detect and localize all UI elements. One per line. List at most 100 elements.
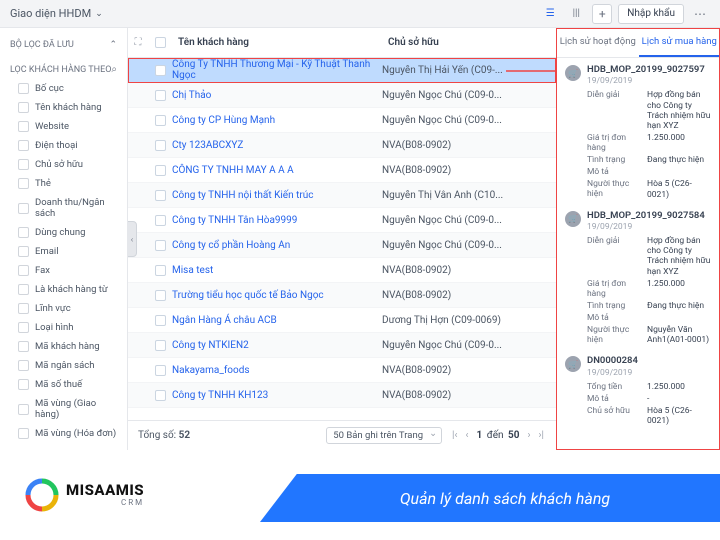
customer-name-link[interactable]: Công Ty TNHH Thương Mại - Kỹ Thuật Thanh… xyxy=(172,59,382,81)
prev-page-icon[interactable]: ‹ xyxy=(464,430,471,441)
logo-icon xyxy=(24,477,60,513)
customer-name-link[interactable]: Công ty TNHH Tân Hòa9999 xyxy=(172,215,382,226)
collapse-sidebar-handle[interactable]: ‹ xyxy=(128,221,137,257)
history-item[interactable]: 🛒HDB_MOP_20199_902758419/09/2019Diễn giả… xyxy=(565,210,712,346)
customer-name-link[interactable]: Nakayama_foods xyxy=(172,365,382,376)
filter-item[interactable]: Mã khách hàng xyxy=(0,337,127,356)
table-row[interactable]: Công ty TNHH KH123NVA(B08-0902) xyxy=(128,383,556,408)
more-button[interactable]: ⋯ xyxy=(690,4,710,24)
table-row[interactable]: Công ty CP Hùng MạnhNguyễn Ngọc Chú (C09… xyxy=(128,108,556,133)
kanban-view-icon[interactable]: ||| xyxy=(566,4,586,24)
field-label: Tình trạng xyxy=(587,301,643,311)
first-page-icon[interactable]: |‹ xyxy=(450,430,459,441)
field-label: Tổng tiền xyxy=(587,382,643,392)
row-checkbox[interactable] xyxy=(155,365,166,376)
filter-item[interactable]: Loại hình xyxy=(0,318,127,337)
filter-item[interactable]: Chủ sở hữu xyxy=(0,155,127,174)
filter-item[interactable]: Bố cục xyxy=(0,79,127,98)
column-owner[interactable]: Chủ sở hữu xyxy=(382,37,556,48)
import-button[interactable]: Nhập khẩu xyxy=(618,4,684,24)
field-value: Nguyễn Văn Anh1(A01-0001) xyxy=(647,325,712,345)
field-label: Mô tả xyxy=(587,313,643,323)
row-checkbox[interactable] xyxy=(155,290,166,301)
history-item[interactable]: 🛒HDB_MOP_20199_902759719/09/2019Diễn giả… xyxy=(565,64,712,200)
filter-item[interactable]: Tên khách hàng xyxy=(0,98,127,117)
filter-by-header[interactable]: LỌC KHÁCH HÀNG THEO⌕ xyxy=(0,60,127,79)
tab-purchase-history[interactable]: Lịch sử mua hàng xyxy=(639,28,720,57)
column-name[interactable]: Tên khách hàng xyxy=(172,37,382,48)
field-label: Người thực hiện xyxy=(587,325,643,345)
list-view-icon[interactable]: ☰ xyxy=(540,4,560,24)
row-checkbox[interactable] xyxy=(155,265,166,276)
table-row[interactable]: Công ty cổ phần Hoàng AnNguyễn Ngọc Chú … xyxy=(128,233,556,258)
table-row[interactable]: Ngân Hàng Á châu ACBDương Thị Hợn (C09-0… xyxy=(128,308,556,333)
tab-activity-history[interactable]: Lịch sử hoạt động xyxy=(557,28,639,57)
row-checkbox[interactable] xyxy=(155,165,166,176)
table-row[interactable]: Công Ty TNHH Thương Mại - Kỹ Thuật Thanh… xyxy=(128,58,556,83)
table-row[interactable]: Công ty NTKIEN2Nguyễn Ngọc Chú (C09-0... xyxy=(128,333,556,358)
row-checkbox[interactable] xyxy=(155,340,166,351)
filter-item[interactable]: Fax xyxy=(0,261,127,280)
customer-name-link[interactable]: Công ty cổ phần Hoàng An xyxy=(172,240,382,251)
filter-item[interactable]: Mã vùng (Giao hàng) xyxy=(0,394,127,424)
filter-item[interactable]: Dùng chung xyxy=(0,223,127,242)
select-all-checkbox[interactable] xyxy=(155,37,166,48)
owner-cell: NVA(B08-0902) xyxy=(382,265,556,276)
last-page-icon[interactable]: ›| xyxy=(537,430,546,441)
field-value: Đang thực hiện xyxy=(647,301,712,311)
row-checkbox[interactable] xyxy=(155,90,166,101)
filter-item[interactable]: Website xyxy=(0,117,127,136)
table-row[interactable]: Misa testNVA(B08-0902) xyxy=(128,258,556,283)
customer-name-link[interactable]: Ngân Hàng Á châu ACB xyxy=(172,315,382,326)
customer-name-link[interactable]: CÔNG TY TNHH MAY A A A xyxy=(172,165,382,176)
saved-filters-header[interactable]: BỘ LỌC ĐÃ LƯU⌃ xyxy=(0,36,127,54)
row-checkbox[interactable] xyxy=(155,215,166,226)
table-row[interactable]: CÔNG TY TNHH MAY A A ANVA(B08-0902) xyxy=(128,158,556,183)
row-checkbox[interactable] xyxy=(155,315,166,326)
row-checkbox[interactable] xyxy=(155,190,166,201)
customer-name-link[interactable]: Công ty TNHH KH123 xyxy=(172,390,382,401)
row-checkbox[interactable] xyxy=(155,65,166,76)
filter-item[interactable]: Email xyxy=(0,242,127,261)
filter-item[interactable]: Lĩnh vực xyxy=(0,299,127,318)
filter-item[interactable]: Doanh thu/Ngân sách xyxy=(0,193,127,223)
filter-item[interactable]: Mã ngân sách xyxy=(0,356,127,375)
customer-name-link[interactable]: Công ty NTKIEN2 xyxy=(172,340,382,351)
cart-icon: 🛒 xyxy=(565,65,581,81)
filter-item[interactable]: Thẻ xyxy=(0,174,127,193)
field-value: - xyxy=(647,394,712,404)
history-item[interactable]: 🛒DN000028419/09/2019Tổng tiền1.250.000Mô… xyxy=(565,355,712,426)
table-row[interactable]: Trường tiểu học quốc tế Bảo NgọcNVA(B08-… xyxy=(128,283,556,308)
history-code[interactable]: DN0000284 xyxy=(587,355,638,366)
filter-item[interactable]: Mã vùng (Hóa đơn) xyxy=(0,424,127,443)
row-checkbox[interactable] xyxy=(155,390,166,401)
owner-cell: NVA(B08-0902) xyxy=(382,290,556,301)
customer-name-link[interactable]: Misa test xyxy=(172,265,382,276)
customer-name-link[interactable]: Chị Thảo xyxy=(172,90,382,101)
history-code[interactable]: HDB_MOP_20199_9027584 xyxy=(587,210,705,221)
customer-name-link[interactable]: Cty 123ABCXYZ xyxy=(172,140,382,151)
table-row[interactable]: Chị ThảoNguyễn Ngọc Chú (C09-0... xyxy=(128,83,556,108)
table-row[interactable]: Cty 123ABCXYZNVA(B08-0902) xyxy=(128,133,556,158)
search-icon[interactable]: ⌕ xyxy=(111,64,117,75)
row-checkbox[interactable] xyxy=(155,240,166,251)
field-label: Diễn giải xyxy=(587,236,643,277)
customer-name-link[interactable]: Trường tiểu học quốc tế Bảo Ngọc xyxy=(172,290,382,301)
customer-name-link[interactable]: Công ty TNHH nội thất Kiến trúc xyxy=(172,190,382,201)
customer-name-link[interactable]: Công ty CP Hùng Mạnh xyxy=(172,115,382,126)
table-row[interactable]: Công ty TNHH Tân Hòa9999Nguyễn Ngọc Chú … xyxy=(128,208,556,233)
owner-cell: Nguyễn Ngọc Chú (C09-0... xyxy=(382,240,556,251)
history-code[interactable]: HDB_MOP_20199_9027597 xyxy=(587,64,705,75)
filter-item[interactable]: Mã số thuế xyxy=(0,375,127,394)
table-row[interactable]: Nakayama_foodsNVA(B08-0902) xyxy=(128,358,556,383)
row-checkbox[interactable] xyxy=(155,115,166,126)
filter-item[interactable]: Là khách hàng từ xyxy=(0,280,127,299)
table-row[interactable]: Công ty TNHH nội thất Kiến trúcNguyễn Th… xyxy=(128,183,556,208)
filter-item[interactable]: Điện thoại xyxy=(0,136,127,155)
expand-column-icon[interactable]: ⛶ xyxy=(128,37,148,48)
row-checkbox[interactable] xyxy=(155,140,166,151)
page-size-select[interactable]: 50 Bản ghi trên Trang xyxy=(326,427,442,444)
next-page-icon[interactable]: › xyxy=(526,430,533,441)
add-button[interactable]: + xyxy=(592,4,612,24)
view-selector[interactable]: Giao diện HHDM ⌄ xyxy=(10,7,103,20)
